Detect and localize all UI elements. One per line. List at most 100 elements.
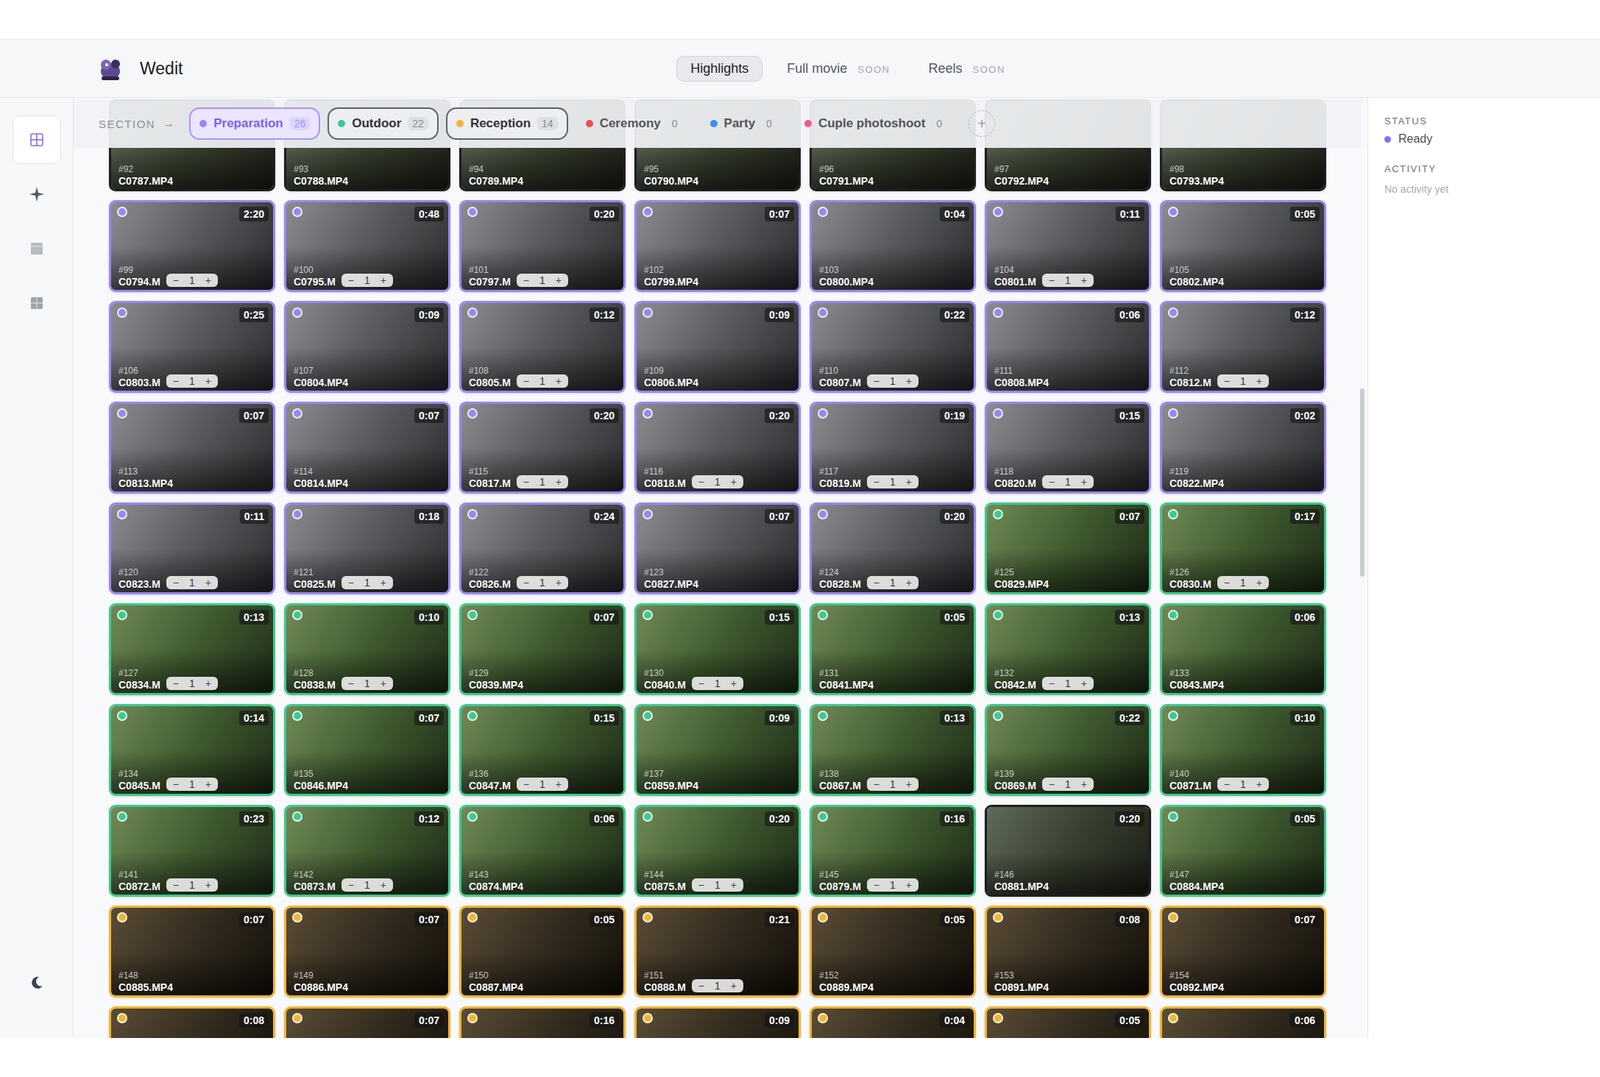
clip-tile[interactable]: 0:05 #150 C0887.MP4 [459, 905, 626, 998]
clip-tile[interactable]: 0:15 #130 C0840.M − 1 + [634, 603, 801, 696]
increment-button[interactable]: + [205, 879, 212, 892]
clip-tile[interactable]: 0:20 #101 C0797.M − 1 + [459, 200, 626, 293]
section-chip[interactable]: Party 0 [699, 107, 787, 140]
sidebar-item[interactable] [12, 170, 62, 219]
sidebar-item[interactable] [12, 224, 62, 274]
clip-tile[interactable]: 0:22 #110 C0807.M − 1 + [809, 301, 976, 394]
increment-button[interactable]: + [905, 375, 912, 388]
section-chip[interactable]: Preparation 26 [189, 107, 321, 140]
increment-button[interactable]: + [730, 476, 737, 488]
clip-tile[interactable]: 0:02 #119 C0822.MP4 [1159, 401, 1327, 494]
clip-tile[interactable]: 0:10 #140 C0871.M − 1 + [1159, 704, 1327, 797]
theme-toggle[interactable] [12, 958, 62, 1008]
increment-button[interactable]: + [905, 778, 912, 791]
increment-button[interactable]: + [205, 577, 212, 589]
increment-button[interactable]: + [730, 879, 737, 892]
clip-tile[interactable]: 0:05 #147 C0884.MP4 [1159, 805, 1327, 898]
clip-tile[interactable]: 0:07 #129 C0839.MP4 [459, 603, 626, 696]
decrement-button[interactable]: − [1223, 778, 1230, 791]
increment-button[interactable]: + [205, 274, 212, 287]
clip-tile[interactable]: 0:07 [284, 1006, 451, 1039]
decrement-button[interactable]: − [698, 980, 705, 993]
decrement-button[interactable]: − [1048, 274, 1055, 287]
clip-tile[interactable]: 0:04 [809, 1006, 976, 1039]
clip-tile[interactable]: 0:07 #135 C0846.MP4 [284, 704, 451, 797]
section-chip[interactable]: Cuple photoshoot 0 [794, 107, 957, 140]
increment-button[interactable]: + [1256, 375, 1263, 388]
mode-tab[interactable]: Reels SOON [914, 55, 1020, 82]
increment-button[interactable]: + [555, 274, 562, 287]
add-section-button[interactable]: + [968, 110, 996, 137]
increment-button[interactable]: + [905, 577, 912, 589]
clip-tile[interactable]: 0:05 #105 C0802.MP4 [1159, 200, 1327, 293]
decrement-button[interactable]: − [1223, 375, 1230, 388]
decrement-button[interactable]: − [523, 274, 530, 287]
clip-tile[interactable]: 0:09 [634, 1006, 801, 1039]
decrement-button[interactable]: − [698, 476, 705, 488]
clip-tile[interactable]: 0:25 #106 C0803.M − 1 + [108, 301, 276, 394]
increment-button[interactable]: + [205, 375, 212, 388]
decrement-button[interactable]: − [172, 778, 179, 791]
increment-button[interactable]: + [555, 577, 562, 589]
increment-button[interactable]: + [730, 677, 737, 690]
increment-button[interactable]: + [205, 778, 212, 791]
increment-button[interactable]: + [1256, 577, 1263, 589]
decrement-button[interactable]: − [172, 375, 179, 388]
clip-tile[interactable]: 0:21 #151 C0888.M − 1 + [634, 905, 801, 998]
clip-tile[interactable]: 0:20 #124 C0828.M − 1 + [809, 502, 976, 595]
clip-tile[interactable]: 0:04 #103 C0800.MP4 [809, 200, 976, 293]
increment-button[interactable]: + [730, 980, 737, 993]
decrement-button[interactable]: − [873, 879, 880, 892]
sidebar-item[interactable] [12, 278, 62, 328]
clip-tile[interactable]: 0:09 #109 C0806.MP4 [634, 301, 801, 394]
decrement-button[interactable]: − [698, 879, 705, 892]
clip-tile[interactable]: 0:05 [984, 1006, 1152, 1039]
clip-tile[interactable]: 0:14 #134 C0845.M − 1 + [108, 704, 276, 797]
mode-tab[interactable]: Full movie SOON [772, 55, 904, 82]
decrement-button[interactable]: − [172, 677, 179, 690]
clip-tile[interactable]: 0:06 #143 C0874.MP4 [459, 805, 626, 898]
decrement-button[interactable]: − [172, 577, 179, 589]
decrement-button[interactable]: − [1048, 476, 1055, 488]
clip-tile[interactable]: 0:13 #138 C0867.M − 1 + [809, 704, 976, 797]
increment-button[interactable]: + [1081, 274, 1088, 287]
decrement-button[interactable]: − [348, 274, 355, 287]
decrement-button[interactable]: − [172, 274, 179, 287]
clip-tile[interactable]: 0:06 [1159, 1006, 1327, 1039]
increment-button[interactable]: + [1081, 778, 1088, 791]
clip-tile[interactable]: 0:15 #136 C0847.M − 1 + [459, 704, 626, 797]
clip-tile[interactable]: 0:07 #148 C0885.MP4 [108, 905, 276, 998]
decrement-button[interactable]: − [873, 577, 880, 589]
clip-tile[interactable]: 0:07 #149 C0886.MP4 [284, 905, 451, 998]
clip-tile[interactable]: 0:07 #125 C0829.MP4 [984, 502, 1152, 595]
increment-button[interactable]: + [555, 375, 562, 388]
clip-tile[interactable]: 0:08 #153 C0891.MP4 [984, 905, 1152, 998]
scrollbar-thumb[interactable] [1360, 388, 1365, 578]
decrement-button[interactable]: − [523, 375, 530, 388]
decrement-button[interactable]: − [348, 677, 355, 690]
increment-button[interactable]: + [380, 577, 387, 589]
clip-tile[interactable]: 0:20 #116 C0818.M − 1 + [634, 401, 801, 494]
increment-button[interactable]: + [380, 274, 387, 287]
clip-tile[interactable]: 0:20 #144 C0875.M − 1 + [634, 805, 801, 898]
clip-tile[interactable]: 0:07 #123 C0827.MP4 [634, 502, 801, 595]
increment-button[interactable]: + [555, 778, 562, 791]
clip-tile[interactable]: 0:18 #121 C0825.M − 1 + [284, 502, 451, 595]
clip-tile[interactable]: 0:23 #141 C0872.M − 1 + [108, 805, 276, 898]
clip-tile[interactable]: 0:11 #120 C0823.M − 1 + [108, 502, 276, 595]
decrement-button[interactable]: − [698, 677, 705, 690]
clip-tile[interactable]: 0:10 #128 C0838.M − 1 + [284, 603, 451, 696]
decrement-button[interactable]: − [523, 476, 530, 488]
clip-tile[interactable]: 0:12 #108 C0805.M − 1 + [459, 301, 626, 394]
clip-tile[interactable]: 0:08 [108, 1006, 276, 1039]
decrement-button[interactable]: − [873, 476, 880, 488]
decrement-button[interactable]: − [873, 375, 880, 388]
clip-tile[interactable]: 0:09 #137 C0859.MP4 [634, 704, 801, 797]
clip-tile[interactable]: 0:19 #117 C0819.M − 1 + [809, 401, 976, 494]
increment-button[interactable]: + [905, 879, 912, 892]
increment-button[interactable]: + [205, 677, 212, 690]
clip-tile[interactable]: 0:11 #104 C0801.M − 1 + [984, 200, 1152, 293]
clip-tile[interactable]: 0:16 #145 C0879.M − 1 + [809, 805, 976, 898]
decrement-button[interactable]: − [1048, 778, 1055, 791]
clip-tile[interactable]: 0:12 #142 C0873.M − 1 + [284, 805, 451, 898]
